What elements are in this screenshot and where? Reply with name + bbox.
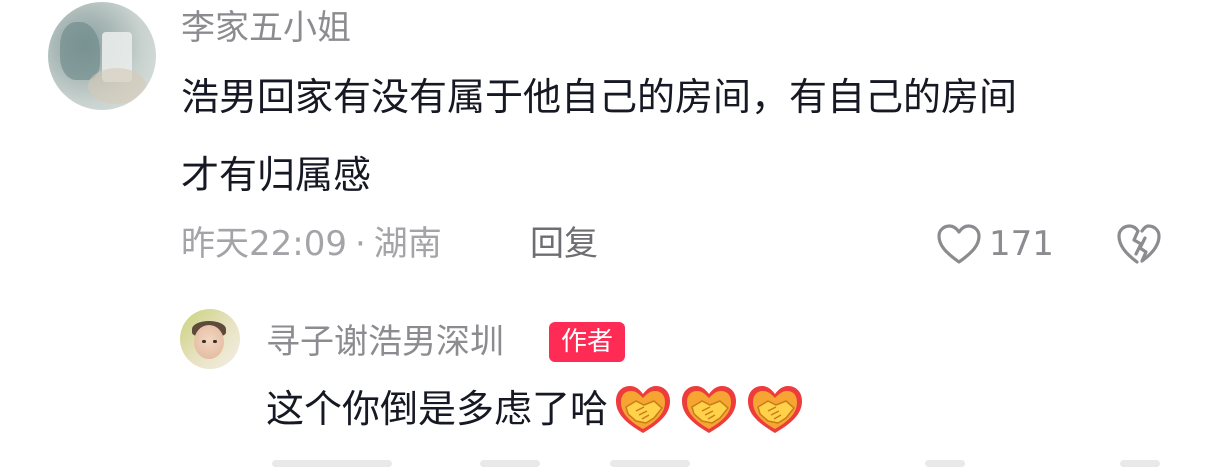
reply-button[interactable]: 回复 <box>530 223 598 265</box>
meta-separator: · <box>354 224 366 264</box>
commenter-avatar[interactable] <box>48 2 156 110</box>
comment-location: 湖南 <box>373 224 442 264</box>
handshake-emoji-icon <box>616 386 671 433</box>
reply-text: 这个你倒是多虑了哈 <box>266 370 806 448</box>
author-avatar[interactable] <box>180 309 240 369</box>
handshake-emoji-icon <box>748 386 803 433</box>
next-row-cutoff <box>0 458 1211 467</box>
comment-time: 昨天22:09 <box>181 224 347 264</box>
comment-text-line2: 才有归属感 <box>181 153 372 197</box>
comment-thread: 李家五小姐 浩男回家有没有属于他自己的房间，有自己的房间 才有归属感 昨天22:… <box>0 0 1211 467</box>
commenter-username[interactable]: 李家五小姐 <box>181 8 351 48</box>
reply-text-content: 这个你倒是多虑了哈 <box>266 387 609 431</box>
comment-text-line1: 浩男回家有没有属于他自己的房间，有自己的房间 <box>181 75 1018 119</box>
handshake-emoji-icon <box>682 386 737 433</box>
author-username[interactable]: 寻子谢浩男深圳 <box>266 322 504 362</box>
author-badge: 作者 <box>549 322 626 362</box>
comment-meta: 昨天22:09 · 湖南 <box>181 223 442 265</box>
broken-heart-icon <box>1117 224 1161 264</box>
heart-outline-icon <box>937 224 981 264</box>
like-count: 171 <box>989 224 1054 264</box>
dislike-button[interactable] <box>1115 222 1163 266</box>
like-button[interactable]: 171 <box>935 222 1054 266</box>
